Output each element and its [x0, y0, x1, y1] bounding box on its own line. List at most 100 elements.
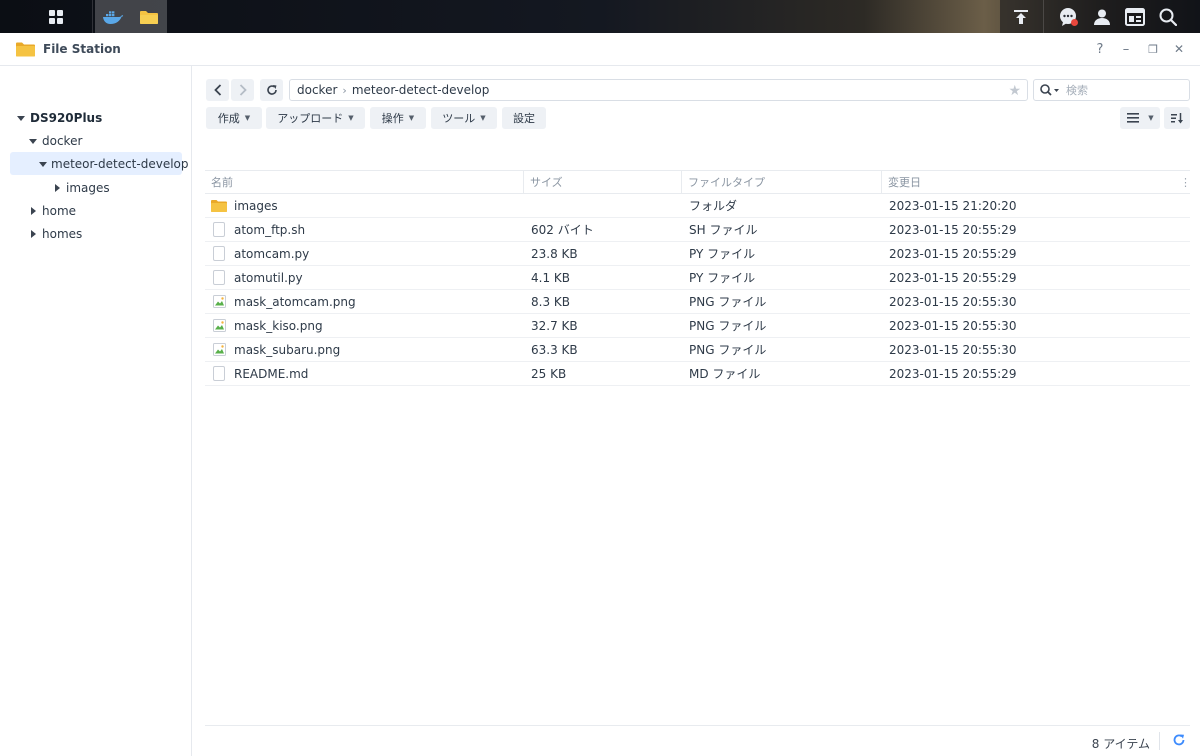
tree-item-home[interactable]: home	[10, 199, 182, 222]
file-name: mask_kiso.png	[234, 318, 323, 333]
column-header-name[interactable]: 名前	[205, 171, 523, 193]
path-bar[interactable]: docker › meteor-detect-develop ★	[289, 79, 1028, 101]
taskbar	[0, 0, 1200, 33]
upload-queue-button[interactable]	[1003, 0, 1039, 33]
chevron-right-icon[interactable]	[28, 206, 38, 216]
create-label: 作成	[217, 112, 240, 125]
table-row[interactable]: atom_ftp.sh 602 バイト SH ファイル 2023-01-15 2…	[205, 218, 1190, 242]
file-modified: 2023-01-15 20:55:29	[889, 246, 1017, 261]
taskbar-divider	[92, 0, 93, 33]
table-row[interactable]: mask_subaru.png 63.3 KB PNG ファイル 2023-01…	[205, 338, 1190, 362]
window-titlebar[interactable]: File Station ? – ❐ ✕	[0, 33, 1200, 66]
file-size: 602 バイト	[531, 223, 594, 237]
docker-icon	[103, 10, 124, 24]
help-button[interactable]: ?	[1092, 41, 1108, 57]
path-segment-docker[interactable]: docker	[297, 83, 337, 97]
forward-button[interactable]	[231, 79, 254, 101]
file-size: 23.8 KB	[531, 246, 578, 261]
tree-item-docker[interactable]: docker	[10, 129, 182, 152]
restore-button[interactable]: ❐	[1145, 41, 1161, 57]
tree-item-meteor-detect-develop[interactable]: meteor-detect-develop	[10, 152, 189, 175]
user-menu-button[interactable]	[1084, 0, 1120, 33]
table-row[interactable]: README.md 25 KB MD ファイル 2023-01-15 20:55…	[205, 362, 1190, 386]
upload-button[interactable]: アップロード ▼	[266, 107, 365, 129]
tree-item-ds920plus[interactable]: DS920Plus	[10, 106, 182, 129]
taskbar-divider	[1043, 0, 1044, 33]
star-icon[interactable]: ★	[1008, 83, 1021, 99]
chevron-right-icon[interactable]	[28, 229, 38, 239]
minimize-button[interactable]: –	[1118, 41, 1134, 57]
chevron-down-icon[interactable]	[39, 159, 47, 169]
back-button[interactable]	[206, 79, 229, 101]
widgets-button[interactable]	[1117, 0, 1153, 33]
action-label: 操作	[381, 112, 404, 125]
chevron-left-icon	[213, 84, 221, 96]
caret-down-icon: ▼	[348, 114, 354, 122]
column-header-size[interactable]: サイズ	[523, 171, 681, 193]
main-menu-button[interactable]	[38, 0, 74, 33]
taskbar-app-docker[interactable]	[95, 0, 131, 33]
chevron-right-icon[interactable]	[52, 183, 62, 193]
search-box[interactable]	[1033, 79, 1190, 101]
file-list-pane: docker › meteor-detect-develop ★ 作成 ▼ アップ…	[205, 66, 1191, 756]
chevron-down-icon[interactable]	[28, 136, 38, 146]
item-count: 8 アイテム	[1091, 737, 1150, 751]
status-bar: 8 アイテム	[205, 725, 1190, 756]
file-icon	[211, 270, 227, 286]
search-icon[interactable]	[1040, 84, 1060, 96]
tools-button[interactable]: ツール ▼	[431, 107, 497, 129]
table-row[interactable]: atomcam.py 23.8 KB PY ファイル 2023-01-15 20…	[205, 242, 1190, 266]
column-menu-icon[interactable]: ⋮	[1177, 171, 1191, 193]
file-table-header: 名前 サイズ ファイルタイプ 変更日 ⋮	[205, 170, 1191, 194]
file-name: images	[234, 198, 278, 213]
file-type: SH ファイル	[689, 223, 758, 237]
action-button[interactable]: 操作 ▼	[370, 107, 426, 129]
table-row[interactable]: images フォルダ 2023-01-15 21:20:20	[205, 194, 1190, 218]
close-button[interactable]: ✕	[1171, 41, 1187, 57]
file-modified: 2023-01-15 20:55:30	[889, 294, 1017, 309]
caret-down-icon: ▼	[408, 114, 415, 122]
file-size: 4.1 KB	[531, 270, 570, 285]
list-view-icon	[1127, 113, 1140, 123]
global-search-button[interactable]	[1150, 0, 1186, 33]
file-size: 8.3 KB	[531, 294, 570, 309]
sort-button[interactable]	[1164, 107, 1190, 129]
refresh-button[interactable]	[260, 79, 283, 101]
chevron-down-icon[interactable]	[16, 113, 26, 123]
folder-icon	[211, 198, 227, 214]
settings-button[interactable]: 設定	[502, 107, 546, 129]
file-size: 63.3 KB	[531, 342, 578, 357]
view-mode-button[interactable]: ▼	[1120, 107, 1160, 129]
tools-label: ツール	[442, 112, 476, 125]
chevron-right-icon	[239, 84, 247, 96]
file-icon	[211, 366, 227, 382]
chat-icon	[1060, 7, 1078, 26]
column-header-type[interactable]: ファイルタイプ	[681, 171, 881, 193]
file-size: 25 KB	[531, 366, 567, 381]
file-name: atomutil.py	[234, 270, 303, 285]
search-input[interactable]	[1066, 83, 1166, 97]
table-row[interactable]: mask_kiso.png 32.7 KB PNG ファイル 2023-01-1…	[205, 314, 1190, 338]
upload-icon	[1014, 9, 1028, 24]
file-name: mask_subaru.png	[234, 342, 341, 357]
tree-item-images[interactable]: images	[10, 176, 182, 199]
create-button[interactable]: 作成 ▼	[206, 107, 262, 129]
table-row[interactable]: atomutil.py 4.1 KB PY ファイル 2023-01-15 20…	[205, 266, 1190, 290]
file-type: PNG ファイル	[689, 319, 767, 333]
table-row[interactable]: mask_atomcam.png 8.3 KB PNG ファイル 2023-01…	[205, 290, 1190, 314]
notifications-button[interactable]	[1051, 0, 1087, 33]
tree-item-label: homes	[42, 226, 83, 241]
folder-tree: DS920Plus docker meteor-detect-develop i…	[0, 66, 192, 756]
path-segment-current[interactable]: meteor-detect-develop	[352, 83, 490, 97]
file-name: mask_atomcam.png	[234, 294, 356, 309]
file-station-icon	[16, 42, 35, 57]
status-divider	[1159, 732, 1160, 750]
tree-item-homes[interactable]: homes	[10, 222, 182, 245]
refresh-icon[interactable]	[1172, 733, 1186, 750]
sort-icon	[1171, 113, 1183, 124]
settings-label: 設定	[513, 112, 535, 125]
file-type: フォルダ	[689, 199, 738, 213]
taskbar-app-file-station[interactable]	[131, 0, 167, 33]
tree-item-label: DS920Plus	[30, 110, 103, 125]
column-header-modified[interactable]: 変更日	[881, 171, 1177, 193]
